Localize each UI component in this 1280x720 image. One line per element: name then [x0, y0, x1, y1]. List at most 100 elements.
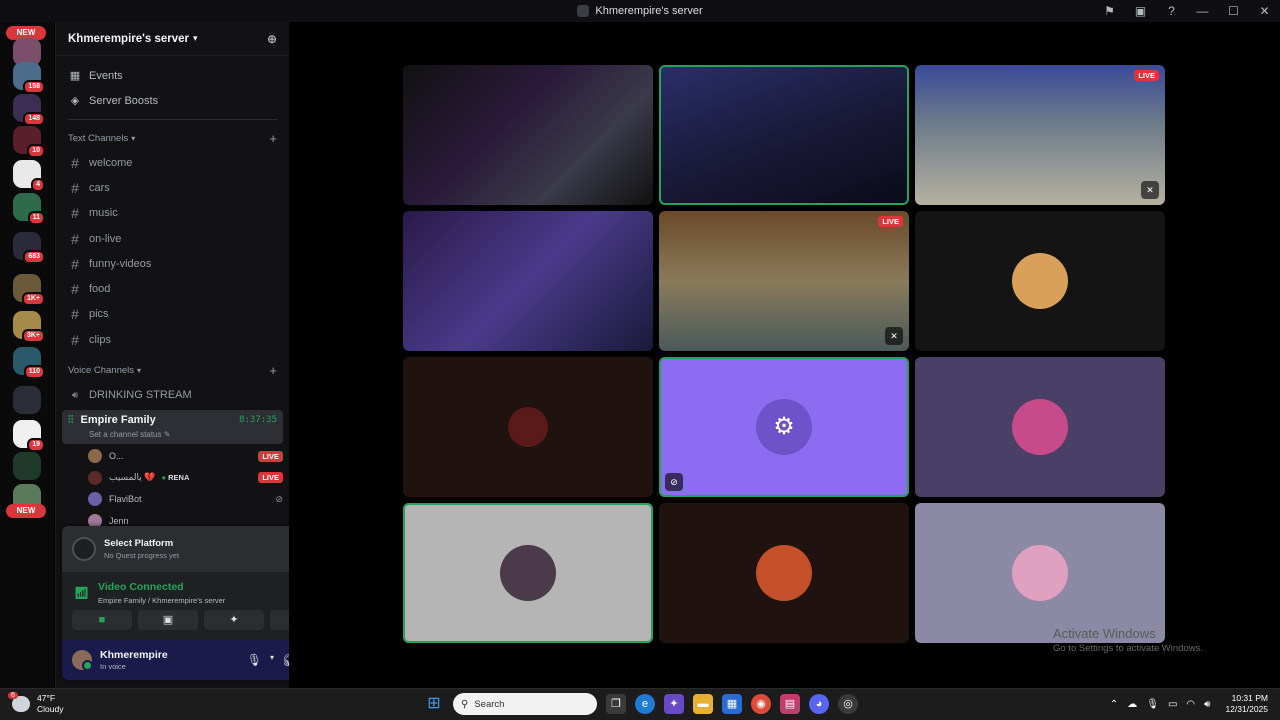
microphone-icon[interactable]: 🎙︎	[1146, 699, 1159, 710]
copilot-icon[interactable]: ✦	[664, 694, 684, 714]
maximize-button[interactable]: ☐	[1218, 4, 1249, 18]
unread-badge: 10	[27, 144, 45, 158]
app-icon[interactable]: ◎	[838, 694, 858, 714]
avatar	[1012, 253, 1068, 309]
unread-badge: 110	[23, 365, 45, 379]
avatar	[508, 407, 548, 447]
volume-icon[interactable]: 🔊︎	[1204, 699, 1210, 710]
voice-member[interactable]: O... LIVE	[56, 446, 289, 468]
avatar-tile[interactable]: ⚙ ⊘	[659, 357, 909, 497]
minimize-button[interactable]: —	[1187, 4, 1218, 18]
server-icon[interactable]: 683	[13, 232, 45, 264]
server-icon[interactable]: 4	[13, 160, 45, 192]
store-icon[interactable]: ▦	[722, 694, 742, 714]
invite-icon[interactable]: ⊕	[267, 32, 277, 46]
voice-timer: 8:37:35	[239, 415, 277, 426]
server-icon[interactable]: 110	[13, 347, 45, 379]
chrome-icon[interactable]: ◉	[751, 694, 771, 714]
channel-status[interactable]: Set a channel status ✎	[89, 430, 277, 439]
server-header[interactable]: Khmerempire's server ▾ ⊕	[56, 22, 289, 56]
avatar-tile[interactable]	[403, 503, 653, 643]
avatar	[1012, 399, 1068, 455]
avatar[interactable]	[72, 650, 93, 671]
video-tile[interactable]	[403, 211, 653, 351]
voice-channel-empire-family[interactable]: ⫶⫶ Empire Family 8:37:35 Set a channel s…	[62, 409, 283, 444]
video-grid: LIVE ✕ LIVE ✕ ⚙ ⊘	[289, 22, 1280, 688]
unread-badge: 158	[23, 80, 45, 94]
voice-member[interactable]: FlaviBot ⊘	[56, 489, 289, 511]
stream-tile[interactable]: LIVE ✕	[915, 65, 1165, 205]
inbox-icon[interactable]: ▣	[1125, 4, 1156, 18]
video-tile[interactable]	[403, 65, 653, 205]
mute-icon[interactable]: ✕	[885, 327, 903, 345]
server-icon[interactable]: 148	[13, 94, 45, 126]
channel-pics[interactable]: # pics	[56, 302, 289, 327]
hash-icon: #	[71, 306, 79, 323]
channel-label: on-live	[89, 232, 122, 245]
avatar-tile[interactable]	[403, 357, 653, 497]
chevron-down-icon[interactable]: ▾	[270, 653, 274, 667]
server-icon[interactable]: 11	[13, 193, 45, 225]
mute-icon[interactable]: ✕	[1141, 181, 1159, 199]
clock[interactable]: 10:31 PM 12/31/2025	[1225, 693, 1268, 715]
edge-icon[interactable]: e	[635, 694, 655, 714]
server-icon[interactable]	[13, 452, 41, 480]
wifi-icon[interactable]: ◠	[1186, 699, 1195, 710]
cloud-icon: 6	[8, 692, 30, 712]
category-text-channels[interactable]: Text Channels ▾ +	[56, 126, 289, 150]
server-icon[interactable]: 10	[13, 126, 45, 158]
clock-date: 12/31/2025	[1225, 704, 1268, 714]
avatar-tile[interactable]	[659, 503, 909, 643]
server-icon[interactable]: 3K+	[13, 311, 45, 343]
help-icon[interactable]: ?	[1156, 4, 1187, 18]
folder-icon[interactable]	[13, 386, 41, 414]
onedrive-icon[interactable]: ☁	[1127, 699, 1137, 710]
app-icon[interactable]: ▤	[780, 694, 800, 714]
avatar-tile[interactable]	[915, 357, 1165, 497]
display-icon[interactable]: ▭	[1168, 699, 1177, 710]
discord-icon[interactable]: ◕	[809, 694, 829, 714]
avatar	[500, 545, 556, 601]
server-icon[interactable]: 1K+	[13, 274, 45, 306]
avatar-tile[interactable]	[915, 503, 1165, 643]
nav-server-boosts[interactable]: ◈ Server Boosts	[56, 88, 289, 113]
notification-badge: 6	[8, 692, 18, 699]
nav-label: Server Boosts	[89, 94, 159, 107]
microphone-icon[interactable]: 🎙︎	[247, 653, 262, 667]
windows-start-icon[interactable]: ⊞	[424, 694, 444, 714]
channel-music[interactable]: # music	[56, 201, 289, 226]
avatar-tile[interactable]	[915, 211, 1165, 351]
search-box[interactable]: ⚲ Search	[453, 693, 597, 715]
add-channel-icon[interactable]: +	[269, 131, 277, 146]
unread-badge: 3K+	[21, 329, 45, 343]
user-name[interactable]: Khmerempire	[100, 649, 168, 661]
flag-icon[interactable]: ⚑	[1094, 4, 1125, 18]
screen-share-button[interactable]: ▣	[138, 610, 198, 630]
voice-member[interactable]: يالمسيب 💔 ● RENA LIVE	[56, 467, 289, 489]
video-tile[interactable]	[659, 65, 909, 205]
add-channel-icon[interactable]: +	[269, 363, 277, 378]
title-bar: Khmerempire's server ⚑ ▣ ? — ☐ ✕	[0, 0, 1280, 22]
nav-label: Events	[89, 69, 123, 82]
stream-tile[interactable]: LIVE ✕	[659, 211, 909, 351]
weather-widget[interactable]: 6 47°F Cloudy	[8, 692, 63, 715]
channel-cars[interactable]: # cars	[56, 175, 289, 200]
chevron-up-icon[interactable]: ⌃	[1110, 699, 1118, 710]
task-view-icon[interactable]: ❐	[606, 694, 626, 714]
channel-on-live[interactable]: # on-live	[56, 226, 289, 251]
category-voice-channels[interactable]: Voice Channels ▾ +	[56, 358, 289, 382]
activities-button[interactable]: ✦	[204, 610, 264, 630]
server-icon[interactable]: 19	[13, 420, 45, 452]
channel-funny-videos[interactable]: # funny-videos	[56, 251, 289, 276]
channel-food[interactable]: # food	[56, 276, 289, 301]
close-button[interactable]: ✕	[1249, 4, 1280, 18]
quest-subtitle: No Quest progress yet	[104, 551, 180, 560]
server-icon[interactable]: 158	[13, 62, 45, 94]
voice-channel-drinking-stream[interactable]: 🔊︎ DRINKING STREAM	[56, 382, 289, 407]
camera-button[interactable]: ■	[72, 610, 132, 630]
file-explorer-icon[interactable]: ▬	[693, 694, 713, 714]
channel-label: welcome	[89, 156, 133, 169]
channel-welcome[interactable]: # welcome	[56, 150, 289, 175]
channel-clips[interactable]: # clips	[56, 327, 289, 352]
nav-events[interactable]: ▦ Events	[56, 63, 289, 88]
